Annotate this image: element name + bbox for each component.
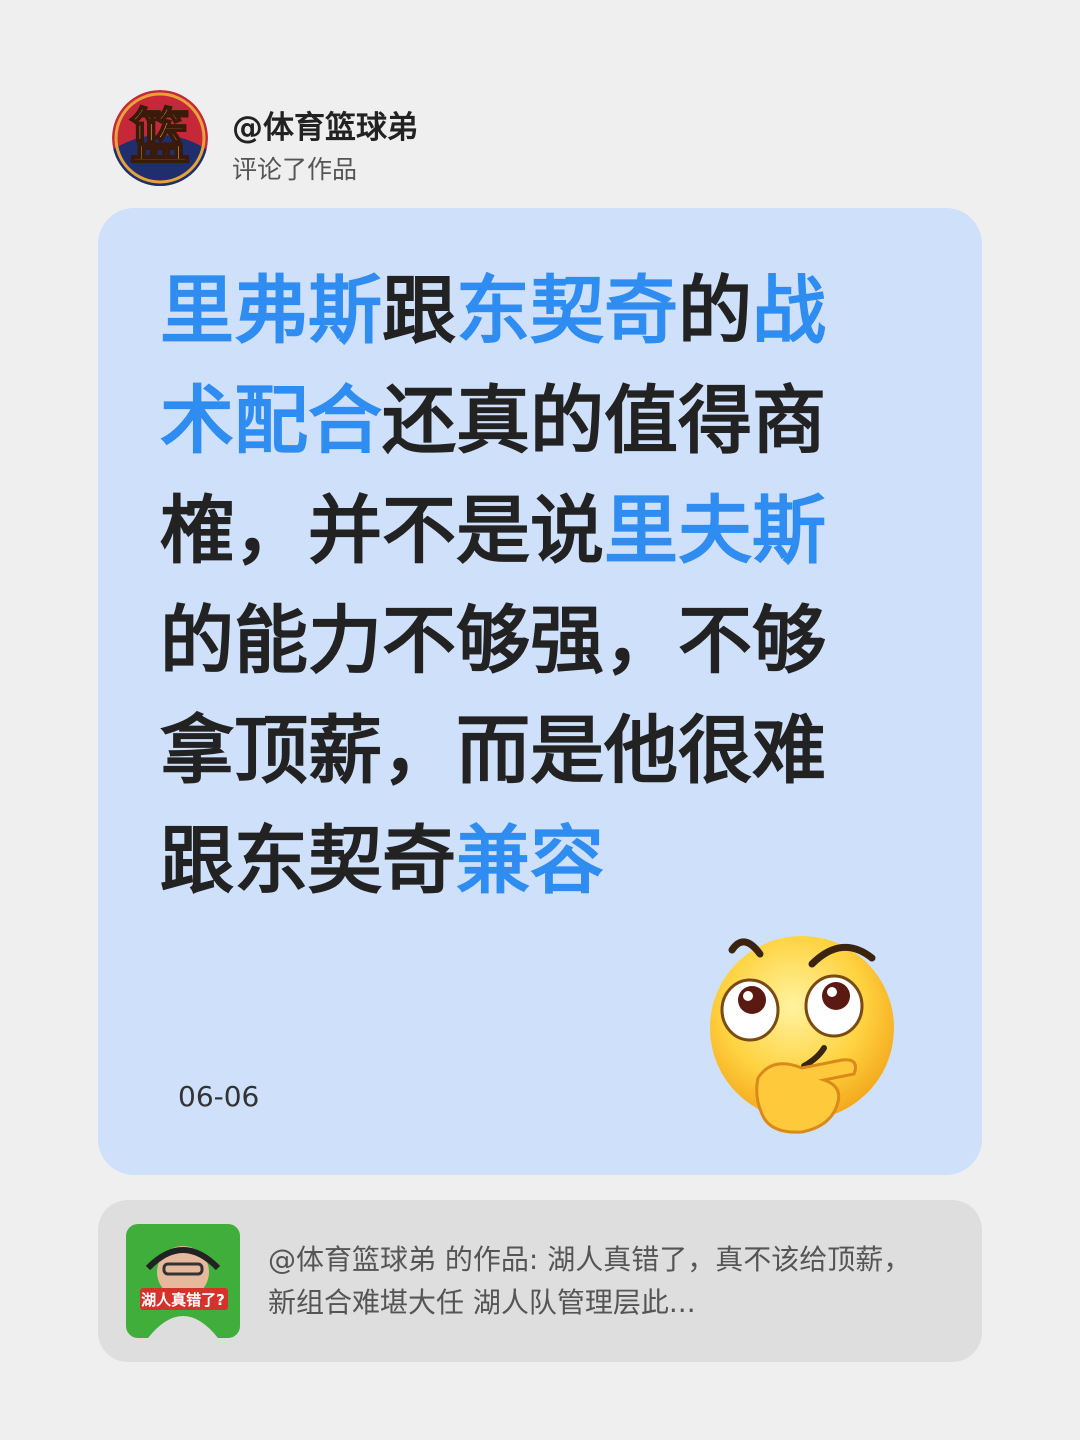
- basketball-logo-icon: 篮: [112, 90, 208, 186]
- comment-highlight-segment: 里弗斯: [160, 268, 382, 354]
- comment-highlight-segment: 东契奇: [456, 268, 678, 354]
- work-description[interactable]: @体育篮球弟 的作品: 湖人真错了，真不该给顶薪，新组合难堪大任 湖人队管理层此…: [268, 1238, 938, 1324]
- comment-header: 篮 @体育篮球弟 评论了作品: [112, 90, 812, 190]
- comment-segment: 跟: [382, 268, 456, 354]
- comment-date: 06-06: [178, 1080, 260, 1113]
- work-thumbnail[interactable]: 湖人真错了?: [126, 1224, 240, 1338]
- comment-highlight-segment: 里夫斯: [604, 488, 826, 574]
- thinking-face-emoji-icon: [710, 936, 894, 1134]
- user-avatar[interactable]: 篮: [112, 90, 208, 186]
- comment-text: 里弗斯跟东契奇的战术配合还真的值得商榷，并不是说里夫斯的能力不够强，不够拿顶薪，…: [160, 256, 872, 916]
- referenced-work-card[interactable]: 湖人真错了? @体育篮球弟 的作品: 湖人真错了，真不该给顶薪，新组合难堪大任 …: [98, 1200, 982, 1362]
- activity-subtitle: 评论了作品: [232, 155, 358, 184]
- username[interactable]: @体育篮球弟: [232, 102, 418, 147]
- comment-card: 里弗斯跟东契奇的战术配合还真的值得商榷，并不是说里夫斯的能力不够强，不够拿顶薪，…: [98, 208, 982, 1175]
- comment-segment: 的: [678, 268, 752, 354]
- avatar-glyph: 篮: [130, 103, 190, 173]
- comment-highlight-segment: 兼容: [456, 818, 604, 904]
- thumbnail-caption: 湖人真错了?: [141, 1291, 225, 1309]
- work-thumbnail-image: 湖人真错了?: [126, 1224, 240, 1338]
